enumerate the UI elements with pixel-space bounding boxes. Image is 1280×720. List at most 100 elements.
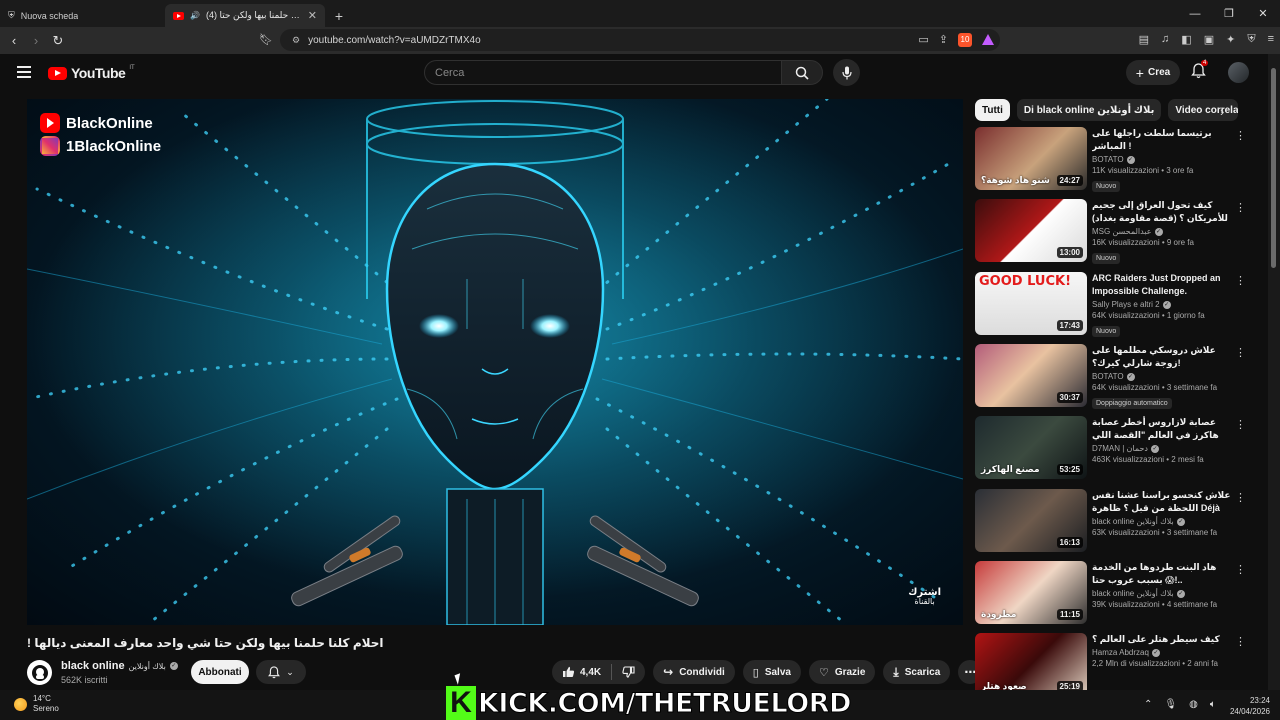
vpn-icon[interactable]: ⛨ bbox=[1247, 33, 1255, 46]
more-vertical-icon[interactable]: ⋮ bbox=[1235, 274, 1246, 287]
video-thumbnail[interactable]: شنو هاد شوهة؟ 24:27 bbox=[975, 127, 1087, 190]
recommendation-channel[interactable]: D7MAN | دحمان ✓ bbox=[1092, 444, 1232, 453]
reload-icon[interactable]: ↻ bbox=[47, 33, 69, 49]
recommendation-item[interactable]: مصنع الهاكرز 53:25 عصابة لازاروس أخطر عصاب… bbox=[975, 416, 1246, 480]
share-icon[interactable]: ⇪ bbox=[939, 33, 948, 47]
more-vertical-icon[interactable]: ⋮ bbox=[1235, 563, 1246, 576]
recommendation-item[interactable]: مطرودة 11:15 هاد البنت طردوها من الخدمة بس… bbox=[975, 561, 1246, 625]
new-tab-button[interactable]: + bbox=[325, 4, 353, 27]
more-vertical-icon[interactable]: ⋮ bbox=[1235, 201, 1246, 214]
bookmark-icon[interactable]: 🔖︎ bbox=[259, 33, 273, 46]
recommendation-item[interactable]: 13:00 كيف تحول العراق إلى جحيم للأمريكان … bbox=[975, 199, 1246, 264]
chevron-up-icon[interactable]: ⌃ bbox=[1144, 699, 1152, 710]
channel-avatar[interactable] bbox=[27, 660, 52, 685]
chevron-right-icon[interactable]: › bbox=[1220, 104, 1224, 119]
sidebar-toggle-icon[interactable]: ◧ bbox=[1181, 33, 1191, 46]
address-bar[interactable]: ⚙ youtube.com/watch?v=aUMDZrTMX4o ▭ ⇪ 10 bbox=[280, 29, 1000, 51]
save-button[interactable]: ▯ Salva bbox=[742, 660, 801, 684]
save-label: Salva bbox=[764, 666, 791, 678]
recommendation-channel[interactable]: BOTATO ✓ bbox=[1092, 372, 1232, 381]
video-thumbnail[interactable]: 30:37 bbox=[975, 344, 1087, 407]
recommendation-title[interactable]: عصابة لازاروس أخطر عصابة هاكرز في العالم… bbox=[1092, 416, 1232, 442]
video-thumbnail[interactable]: مطرودة 11:15 bbox=[975, 561, 1087, 624]
verified-icon: ✓ bbox=[1151, 648, 1160, 657]
more-vertical-icon[interactable]: ⋮ bbox=[1235, 346, 1246, 359]
weather-widget[interactable]: 14°C Sereno bbox=[14, 694, 59, 714]
microphone-icon[interactable]: 🎙︎ bbox=[1164, 699, 1177, 710]
share-button[interactable]: ↪ Condividi bbox=[653, 660, 735, 684]
subscribe-button[interactable]: Abbonati bbox=[191, 660, 249, 684]
download-button[interactable]: ⤓ Scarica bbox=[883, 660, 951, 684]
recommendation-title[interactable]: برتيسما سلطت راجلها على المباشر ! bbox=[1092, 127, 1232, 153]
recommendation-item[interactable]: 30:37 علاش دروسكي مطلمها على زوجة شارلي ك… bbox=[975, 344, 1246, 409]
network-icon[interactable]: ◍ bbox=[1189, 699, 1198, 710]
volume-icon[interactable]: 🔈︎ bbox=[1210, 699, 1216, 710]
recommendation-meta: 11K visualizzazioni • 3 ore fa bbox=[1092, 166, 1194, 175]
video-thumbnail[interactable]: مصنع الهاكرز 53:25 bbox=[975, 416, 1087, 479]
maximize-icon[interactable]: ❐ bbox=[1212, 0, 1246, 27]
thanks-button[interactable]: ♡ Grazie bbox=[808, 660, 876, 684]
recommendation-channel[interactable]: Hamza Abdrzaq ✓ bbox=[1092, 648, 1232, 657]
recommendation-title[interactable]: هاد البنت طردوها من الخدمة بسبب عروب حتا… bbox=[1092, 561, 1232, 587]
filter-chips: Tutti Di black online بلاك أونلاين Video… bbox=[975, 99, 1239, 121]
recommendation-title[interactable]: علاش دروسكي مطلمها على زوجة شارلي كيرك؟! bbox=[1092, 344, 1232, 370]
wallet-icon[interactable]: ▣ bbox=[1204, 33, 1214, 46]
minimize-icon[interactable]: — bbox=[1178, 0, 1212, 27]
notification-preferences-button[interactable]: ⌄ bbox=[256, 660, 306, 684]
recommendation-channel[interactable]: MSG عبدالمحسن ✓ bbox=[1092, 227, 1232, 236]
close-tab-icon[interactable]: ✕ bbox=[308, 9, 317, 22]
close-window-icon[interactable]: ✕ bbox=[1246, 0, 1280, 27]
like-button[interactable]: 4,4K bbox=[552, 660, 611, 684]
video-thumbnail[interactable]: 13:00 bbox=[975, 199, 1087, 262]
back-icon[interactable]: ‹ bbox=[3, 33, 25, 48]
chip-all[interactable]: Tutti bbox=[975, 99, 1010, 121]
recommendation-title[interactable]: كيف تحول العراق إلى جحيم للأمريكان ؟ (قص… bbox=[1092, 199, 1232, 225]
chip-from-channel[interactable]: Di black online بلاك أونلاين bbox=[1016, 99, 1162, 121]
recommendation-title[interactable]: ARC Raiders Just Dropped an Impossible C… bbox=[1092, 272, 1232, 298]
menu-icon[interactable]: ≡ bbox=[1268, 33, 1274, 46]
recommendation-channel[interactable]: BOTATO ✓ bbox=[1092, 155, 1232, 164]
cast-icon[interactable]: ▭ bbox=[918, 33, 928, 47]
recommendation-channel[interactable]: Sally Plays e altri 2 ✓ bbox=[1092, 300, 1232, 309]
create-button[interactable]: + Crea bbox=[1126, 60, 1180, 85]
tab-youtube[interactable]: 🔊 (4) احلام كلنا حلمنا بيها ولكن حتا ✕ bbox=[165, 4, 325, 27]
recommendation-item[interactable]: GOOD LUCK! 17:43 ARC Raiders Just Dropped … bbox=[975, 272, 1246, 337]
chip-related[interactable]: Video correlati bbox=[1168, 99, 1239, 121]
speaker-icon[interactable]: 🔊 bbox=[190, 11, 200, 20]
video-thumbnail[interactable]: 16:13 bbox=[975, 489, 1087, 552]
account-avatar[interactable] bbox=[1228, 62, 1249, 83]
dislike-button[interactable] bbox=[612, 660, 645, 684]
channel-name[interactable]: black online بلاك أونلاين ✓ bbox=[61, 660, 178, 672]
voice-search-button[interactable] bbox=[833, 59, 860, 86]
recommendation-channel[interactable]: black online بلاك أونلاين ✓ bbox=[1092, 517, 1232, 526]
brave-rewards-icon[interactable] bbox=[982, 34, 994, 45]
video-thumbnail[interactable]: GOOD LUCK! 17:43 bbox=[975, 272, 1087, 335]
hamburger-menu-icon[interactable] bbox=[17, 66, 31, 81]
brave-shield-icon[interactable]: 10 bbox=[958, 33, 972, 47]
recommendation-title[interactable]: علاش كنحسو براسنا عشنا نفس اللحظة من قبل… bbox=[1092, 489, 1232, 515]
reader-icon[interactable]: ▤ bbox=[1139, 33, 1149, 46]
scrollbar-thumb[interactable] bbox=[1271, 68, 1276, 268]
extensions-icon[interactable]: ✦ bbox=[1226, 33, 1235, 46]
recommendation-title[interactable]: كيف سيطر هتلر على العالم ؟ bbox=[1092, 633, 1232, 646]
search-input[interactable]: Cerca bbox=[424, 60, 782, 85]
recommendation-item[interactable]: 16:13 علاش كنحسو براسنا عشنا نفس اللحظة م… bbox=[975, 489, 1246, 553]
more-vertical-icon[interactable]: ⋮ bbox=[1235, 491, 1246, 504]
search-button[interactable] bbox=[781, 60, 823, 85]
more-vertical-icon[interactable]: ⋮ bbox=[1235, 129, 1246, 142]
video-player[interactable]: BlackOnline 1BlackOnline اشترك بالقناة bbox=[27, 99, 963, 625]
notifications-button[interactable]: 4 bbox=[1191, 60, 1209, 84]
more-vertical-icon[interactable]: ⋮ bbox=[1235, 635, 1246, 648]
music-icon[interactable]: ♫ bbox=[1161, 33, 1169, 46]
site-info-icon[interactable]: ⚙ bbox=[292, 35, 300, 46]
tab-new[interactable]: ⛨ Nuova scheda bbox=[0, 4, 165, 27]
forward-icon[interactable]: › bbox=[25, 33, 47, 48]
recommendation-channel[interactable]: black online بلاك أونلاين ✓ bbox=[1092, 589, 1232, 598]
recommendation-item[interactable]: شنو هاد شوهة؟ 24:27 برتيسما سلطت راجلها عل… bbox=[975, 127, 1246, 192]
video-thumbnail[interactable]: صعود هتلر 25:19 bbox=[975, 633, 1087, 696]
recommendation-item[interactable]: صعود هتلر 25:19 كيف سيطر هتلر على العالم ؟… bbox=[975, 633, 1246, 697]
more-vertical-icon[interactable]: ⋮ bbox=[1235, 418, 1246, 431]
system-clock[interactable]: 23:24 24/04/2026 bbox=[1224, 695, 1270, 717]
page-scrollbar[interactable] bbox=[1268, 54, 1280, 690]
youtube-logo[interactable]: YouTube IT bbox=[48, 65, 135, 81]
